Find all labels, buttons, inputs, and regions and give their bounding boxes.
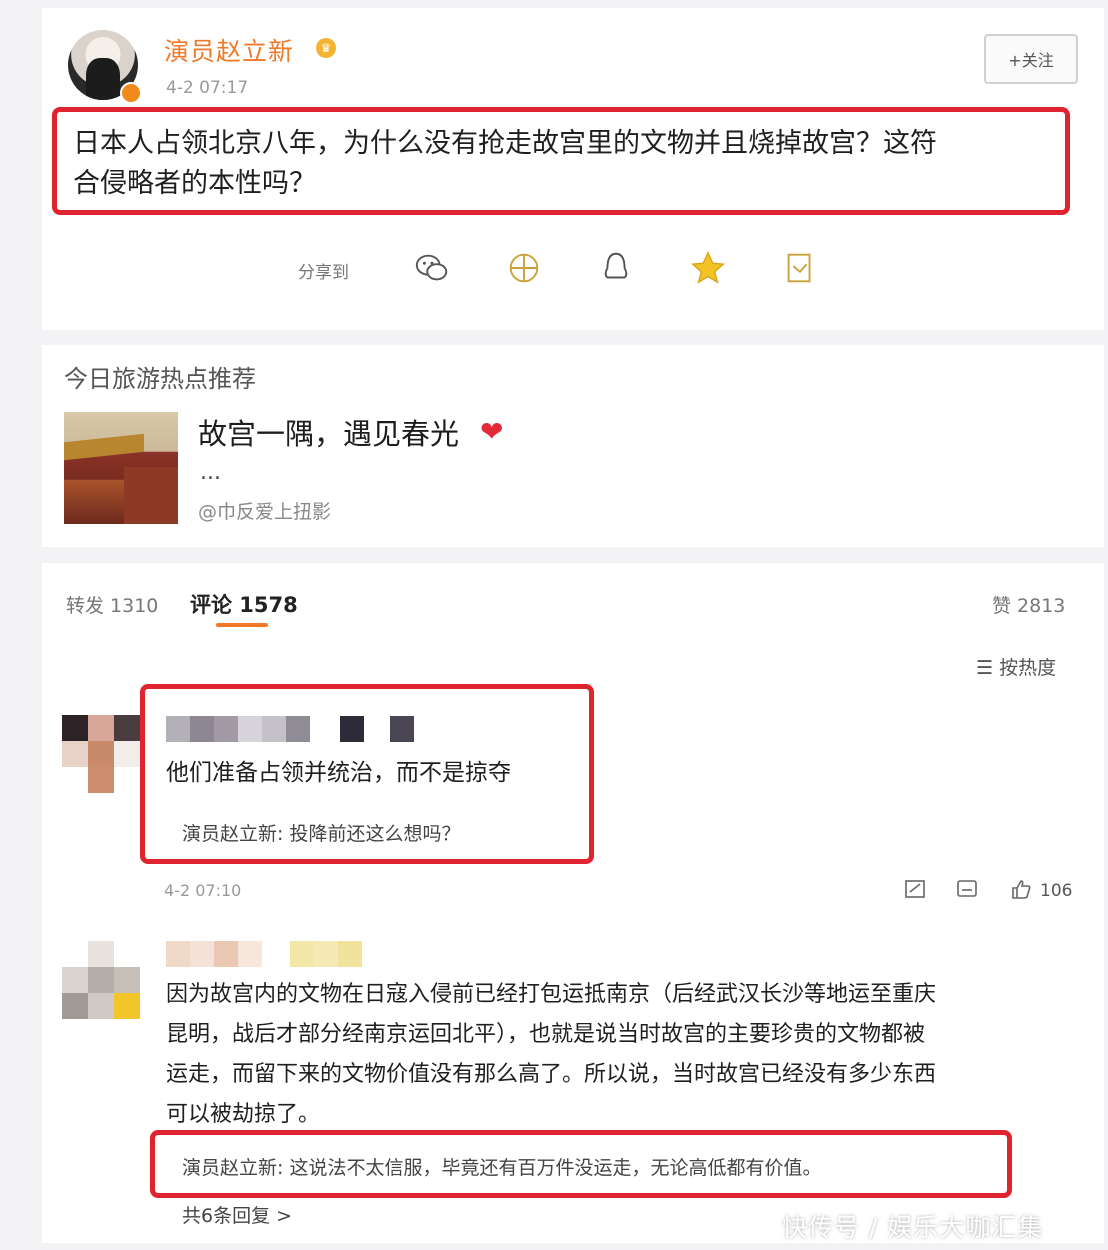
recommendation-card[interactable]: 今日旅游热点推荐 故宫一隅，遇见春光 ❤ ... @巾反爱上扭影 — [42, 345, 1104, 547]
moments-icon[interactable] — [504, 248, 544, 288]
vip-crown-icon: ♛ — [316, 38, 336, 58]
comment-like-count: 106 — [1040, 881, 1073, 901]
author-reply[interactable]: 演员赵立新: 这说法不太信服，毕竟还有百万件没运走，无论高低都有价值。 — [182, 1153, 821, 1180]
tab-comments[interactable]: 评论 1578 — [190, 589, 298, 619]
qzone-icon[interactable] — [688, 248, 728, 288]
reply-comment-icon[interactable] — [956, 878, 982, 904]
comment-time: 4-2 07:10 — [164, 881, 242, 900]
post-text-highlight: 日本人占领北京八年，为什么没有抢走故宫里的文物并且烧掉故宫？这符 合侵略者的本性… — [52, 107, 1070, 215]
commenter-name-blurred[interactable] — [166, 716, 414, 742]
comments-card: 转发 1310 评论 1578 赞 2813 ☰ 按热度 他们准备占领并统治，而… — [42, 563, 1104, 1243]
forbidden-city-thumbnail[interactable] — [64, 412, 178, 524]
post-text-line-2: 合侵略者的本性吗？ — [73, 168, 316, 199]
tab-likes[interactable]: 赞 2813 — [992, 591, 1065, 618]
comment-text-line: 运走，而留下来的文物价值没有那么高了。所以说，当时故宫已经没有多少东西 — [166, 1062, 937, 1087]
like-thumb-icon[interactable] — [1010, 878, 1036, 904]
comment-text-line: 因为故宫内的文物在日寇入侵前已经打包运抵南京（后经武汉长沙等地运至重庆 — [166, 982, 937, 1007]
repost-comment-icon[interactable] — [904, 878, 930, 904]
author-reply[interactable]: 演员赵立新: 投降前还这么想吗？ — [182, 819, 460, 846]
sort-by-hot-button[interactable]: ☰ 按热度 — [976, 653, 1056, 680]
commenter-avatar[interactable] — [62, 941, 140, 1019]
qq-icon[interactable] — [596, 248, 636, 288]
recommendation-source[interactable]: @巾反爱上扭影 — [198, 497, 331, 524]
author-name[interactable]: 演员赵立新 — [164, 32, 294, 68]
share-label: 分享到 — [298, 263, 349, 283]
follow-button[interactable]: +关注 — [984, 34, 1078, 84]
comment-text-line: 昆明，战后才部分经南京运回北平），也就是说当时故宫的主要珍贵的文物都被 — [166, 1022, 926, 1047]
post-card: 演员赵立新 ♛ 4-2 07:17 +关注 日本人占领北京八年，为什么没有抢走故… — [42, 8, 1104, 330]
watermark: 快传号 / 娱乐大咖汇集 — [782, 1213, 1044, 1242]
comment-text-line: 可以被劫掠了。 — [166, 1102, 321, 1127]
sort-label: 按热度 — [999, 657, 1057, 679]
active-tab-indicator — [216, 623, 268, 627]
recommendation-ellipsis: ... — [200, 460, 221, 485]
heart-icon: ❤ — [480, 415, 504, 448]
post-time: 4-2 07:17 — [166, 78, 249, 98]
commenter-avatar[interactable] — [62, 715, 140, 793]
post-text-line-1: 日本人占领北京八年，为什么没有抢走故宫里的文物并且烧掉故宫？这符 — [73, 128, 937, 159]
verified-badge-icon — [120, 82, 142, 104]
comment-text: 因为故宫内的文物在日寇入侵前已经打包运抵南京（后经武汉长沙等地运至重庆 昆明，战… — [166, 975, 1086, 1135]
copy-link-icon[interactable] — [780, 248, 820, 288]
commenter-name-blurred[interactable] — [166, 941, 362, 967]
more-replies-link[interactable]: 共6条回复 > — [182, 1201, 292, 1228]
recommendation-section-title: 今日旅游热点推荐 — [64, 365, 256, 393]
wechat-icon[interactable] — [412, 248, 452, 288]
recommendation-headline[interactable]: 故宫一隅，遇见春光 — [198, 411, 459, 453]
tab-reposts[interactable]: 转发 1310 — [66, 591, 158, 618]
comment-text: 他们准备占领并统治，而不是掠夺 — [166, 760, 511, 786]
sort-icon: ☰ — [976, 657, 1000, 679]
